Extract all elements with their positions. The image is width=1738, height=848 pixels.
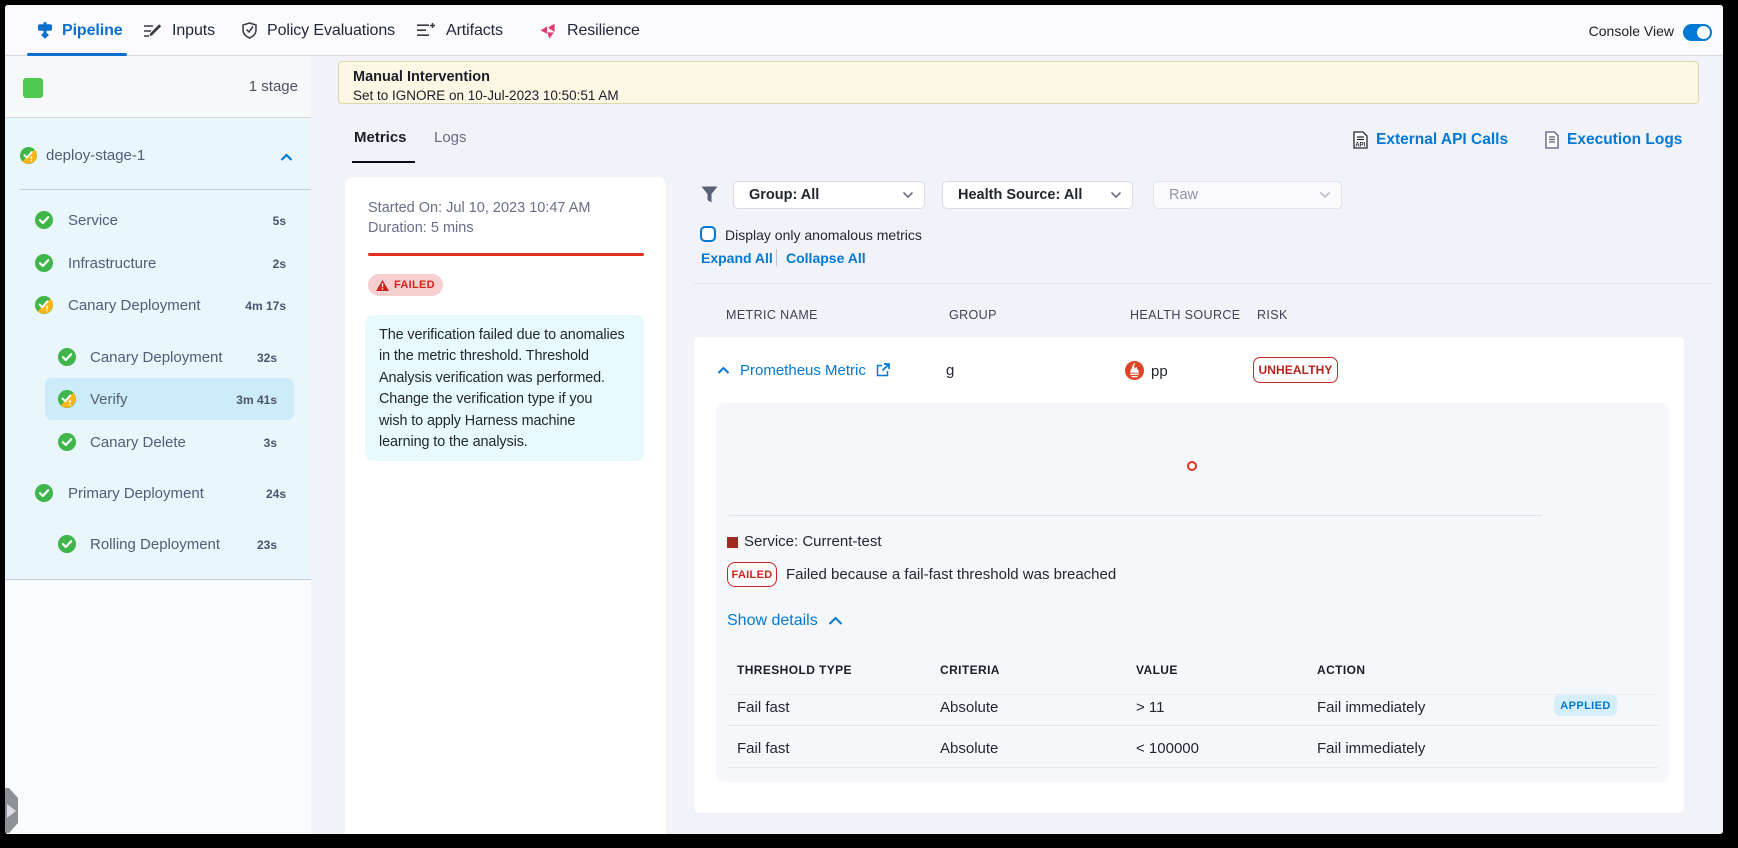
svg-text:API: API [1355,143,1365,149]
